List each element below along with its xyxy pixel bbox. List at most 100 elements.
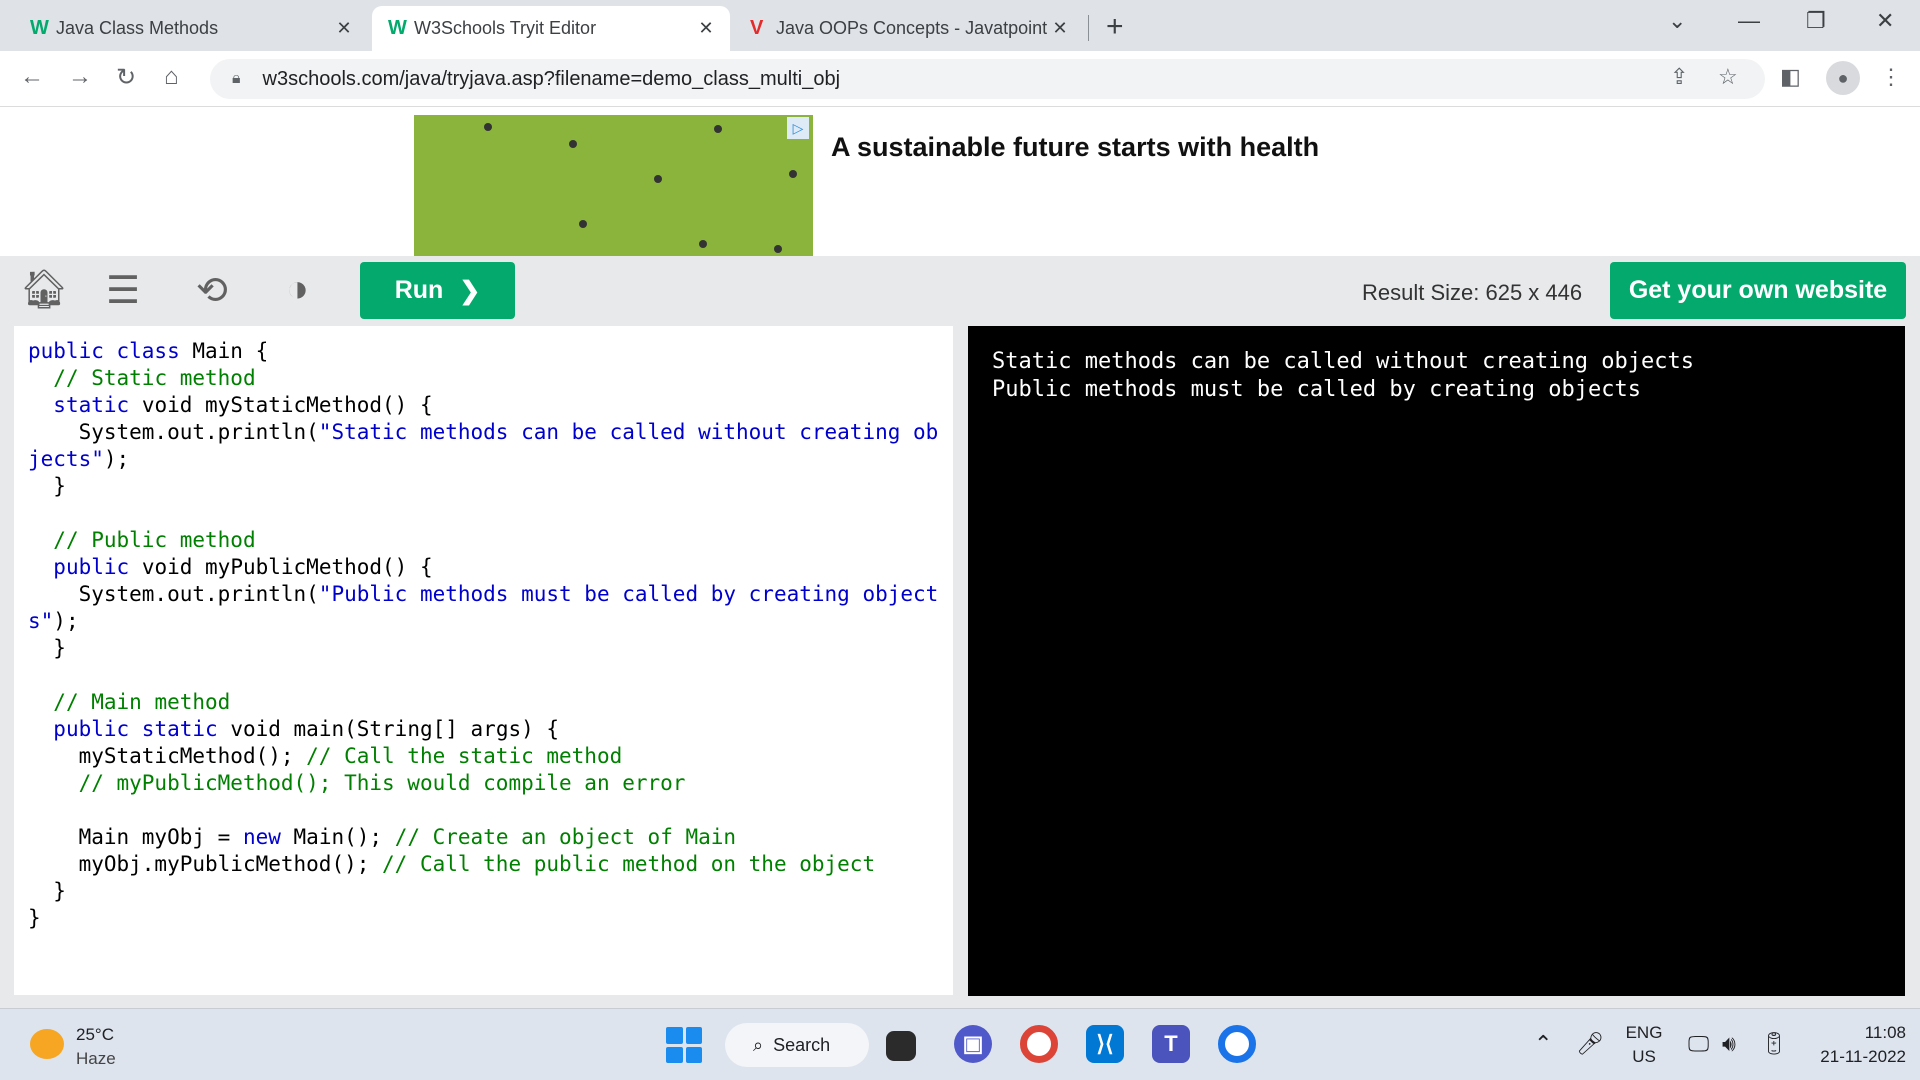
browser-toolbar: ← → ↻ ⌂ 🔒︎ w3schools.com/java/tryjava.as… [0,51,1920,107]
code-token: public class [28,339,193,363]
code-token: // Static method [28,366,256,390]
code-token: // Call the static method [306,744,623,768]
chrome-active-icon[interactable] [1218,1025,1256,1063]
code-line[interactable]: } [28,905,939,932]
home-icon[interactable]: 🏠︎ [20,268,68,312]
code-token: Main(); [293,825,395,849]
code-editor[interactable]: public class Main { // Static method sta… [14,326,953,995]
close-icon[interactable]: ✕ [696,18,716,39]
taskbar-search-label: Search [773,1034,831,1055]
code-line[interactable]: // Public method [28,527,939,554]
weather-condition[interactable]: Haze [76,1049,116,1069]
code-line[interactable]: } [28,473,939,500]
volume-icon[interactable]: 🔊︎ [1722,1031,1736,1057]
tray-chevron-up-icon[interactable]: ⌃ [1534,1031,1552,1057]
ad-banner[interactable]: ▷ A sustainable future starts with healt… [0,108,1920,256]
address-bar[interactable]: 🔒︎ w3schools.com/java/tryjava.asp?filena… [210,59,1765,99]
new-tab-button[interactable]: + [1106,10,1124,44]
bookmark-star-icon[interactable]: ☆ [1718,64,1738,90]
menu-icon[interactable]: ☰ [106,268,140,313]
tab-title: Java OOPs Concepts - Javatpoint [776,18,1048,38]
theme-contrast-icon[interactable]: ◑ [286,268,309,311]
tab-java-oops-concepts[interactable]: V Java OOPs Concepts - Javatpoint ✕ [734,6,1084,51]
code-line[interactable]: System.out.println("Public methods must … [28,581,939,635]
adchoices-icon[interactable]: ▷ [787,117,809,139]
code-line[interactable]: // myPublicMethod(); This would compile … [28,770,939,797]
code-line[interactable]: myObj.myPublicMethod(); // Call the publ… [28,851,939,878]
tab-java-class-methods[interactable]: W Java Class Methods ✕ [14,6,368,51]
code-line[interactable] [28,797,939,824]
weather-temperature[interactable]: 25°C [76,1025,114,1045]
language-line1[interactable]: ENG [1624,1023,1664,1043]
minimize-icon[interactable]: — [1738,8,1760,34]
code-line[interactable]: // Static method [28,365,939,392]
ad-image[interactable]: ▷ [414,115,813,256]
restore-icon[interactable]: ❐ [1806,8,1826,34]
code-line[interactable]: public void myPublicMethod() { [28,554,939,581]
close-icon[interactable]: ✕ [1050,18,1070,39]
network-icon[interactable]: 🖵︎ [1688,1031,1709,1057]
home-icon[interactable]: ⌂ [164,63,179,91]
code-token: public static [28,717,231,741]
code-token: } [28,636,66,660]
teams-icon[interactable]: T [1152,1025,1190,1063]
clock-date[interactable]: 21-11-2022 [1800,1047,1906,1067]
code-line[interactable]: public class Main { [28,338,939,365]
run-button[interactable]: Run ❯ [360,262,515,319]
code-token: System.out.println( [28,582,319,606]
code-line[interactable]: // Main method [28,689,939,716]
output-line: Static methods can be called without cre… [992,349,1694,374]
code-line[interactable]: static void myStaticMethod() { [28,392,939,419]
window-close-icon[interactable]: ✕ [1876,8,1894,34]
forward-arrow-icon[interactable]: → [68,63,92,91]
share-icon[interactable]: ⇪ [1670,64,1688,90]
battery-icon[interactable]: 🔋︎ [1760,1031,1788,1057]
tab-w3schools-tryit-editor[interactable]: W W3Schools Tryit Editor ✕ [372,6,730,51]
vscode-icon[interactable]: ⟩⟨ [1086,1025,1124,1063]
windows-taskbar: 25°C Haze ⌕ Search ▣ ⟩⟨ T ⌃ 🎤︎ ENG US 🖵︎… [0,1008,1920,1080]
code-line[interactable]: } [28,878,939,905]
code-token: void myPublicMethod() { [141,555,433,579]
taskbar-search-button[interactable]: ⌕ Search [725,1023,869,1067]
clock-time[interactable]: 11:08 [1820,1023,1906,1043]
tab-separator [1088,15,1089,41]
microphone-muted-icon[interactable]: 🎤︎ [1576,1031,1604,1057]
code-line[interactable] [28,500,939,527]
output-line: Public methods must be called by creatin… [992,377,1642,402]
reload-icon[interactable]: ↻ [116,63,136,92]
code-token: ); [103,447,130,471]
code-line[interactable]: System.out.println("Static methods can b… [28,419,939,473]
ad-headline[interactable]: A sustainable future starts with health [831,132,1319,163]
weather-haze-icon[interactable] [30,1029,64,1059]
search-icon: ⌕ [753,1034,764,1055]
code-token: void myStaticMethod() { [141,393,433,417]
code-line[interactable] [28,662,939,689]
chrome-icon[interactable] [1020,1025,1058,1063]
get-your-own-website-button[interactable]: Get your own website [1610,262,1906,319]
profile-avatar-icon[interactable]: ● [1826,61,1860,95]
code-line[interactable]: } [28,635,939,662]
code-token: myObj.myPublicMethod(); [28,852,383,876]
lock-icon[interactable]: 🔒︎ [232,70,241,88]
w3schools-icon: W [388,17,407,39]
menu-kebab-icon[interactable]: ⋮ [1880,64,1902,90]
side-panel-icon[interactable]: ◧ [1780,64,1801,90]
browser-tab-strip: W Java Class Methods ✕ W W3Schools Tryit… [0,0,1920,51]
w3schools-icon: W [30,17,49,39]
url-text[interactable]: w3schools.com/java/tryjava.asp?filename=… [263,68,841,91]
back-arrow-icon[interactable]: ← [20,63,44,91]
tab-search-chevron-icon[interactable]: ⌄ [1668,8,1686,34]
task-view-icon[interactable] [886,1031,916,1061]
teams-chat-icon[interactable]: ▣ [954,1025,992,1063]
editor-workarea: public class Main { // Static method sta… [0,322,1920,1008]
javatpoint-icon: V [750,17,764,39]
windows-start-icon[interactable] [666,1027,702,1063]
code-line[interactable]: myStaticMethod(); // Call the static met… [28,743,939,770]
language-line2[interactable]: US [1624,1047,1664,1067]
code-token: public [28,555,142,579]
rotate-layout-icon[interactable]: ⟲ [196,268,228,313]
code-line[interactable]: public static void main(String[] args) { [28,716,939,743]
close-icon[interactable]: ✕ [334,18,354,39]
code-line[interactable]: Main myObj = new Main(); // Create an ob… [28,824,939,851]
result-size-text: Result Size: 625 x 446 [1362,280,1583,305]
